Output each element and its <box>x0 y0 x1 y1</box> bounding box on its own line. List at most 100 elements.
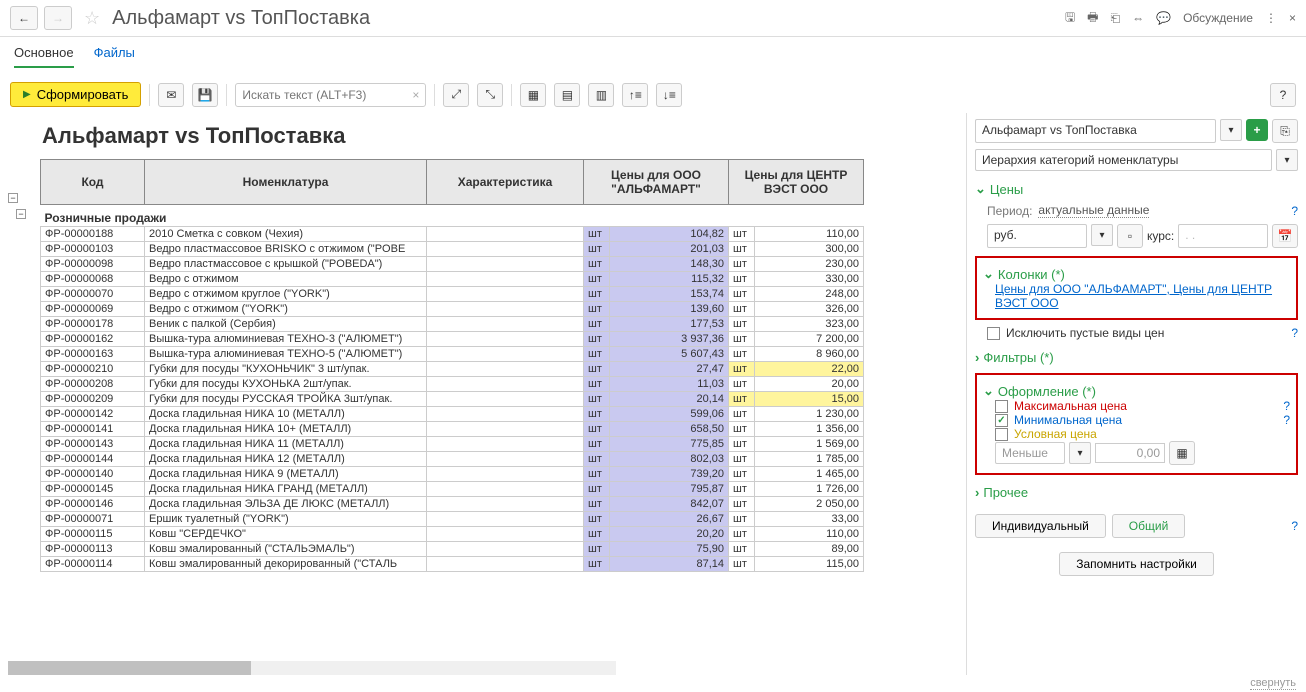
preview-icon[interactable]: ⎗ <box>1111 11 1121 26</box>
currency-select[interactable]: руб. <box>987 224 1087 248</box>
sort-asc-icon[interactable]: ↑≡ <box>622 83 648 107</box>
table-row[interactable]: ФР-00000114Ковш эмалированный декорирова… <box>41 557 864 572</box>
exclude-empty-checkbox[interactable] <box>987 327 1000 340</box>
table-row[interactable]: ФР-00000068Ведро с отжимомшт115,32шт330,… <box>41 272 864 287</box>
cond-calc-icon[interactable]: ▦ <box>1169 441 1195 465</box>
close-icon[interactable]: × <box>1289 11 1296 25</box>
cell-price1: 11,03 <box>610 377 729 392</box>
cond-price-checkbox[interactable] <box>995 428 1008 441</box>
forward-button[interactable]: → <box>44 6 72 30</box>
search-clear-icon[interactable]: × <box>406 88 425 102</box>
cell-price2: 330,00 <box>755 272 864 287</box>
print-icon[interactable]: 🖶 <box>1087 8 1098 29</box>
common-button[interactable]: Общий <box>1112 514 1186 538</box>
grid2-icon[interactable]: ▤ <box>554 83 580 107</box>
columns-link[interactable]: Цены для ООО "АЛЬФАМАРТ", Цены для ЦЕНТР… <box>983 282 1290 310</box>
table-row[interactable]: ФР-00000069Ведро с отжимом ("YORK")шт139… <box>41 302 864 317</box>
horizontal-scrollbar[interactable] <box>8 661 616 675</box>
cell-code: ФР-00000188 <box>41 227 145 242</box>
cell-unit1: шт <box>584 362 610 377</box>
cell-char <box>427 452 584 467</box>
variant-select[interactable]: Альфамарт vs ТопПоставка <box>975 119 1216 143</box>
min-help-icon[interactable]: ? <box>1283 413 1290 427</box>
cell-char <box>427 347 584 362</box>
table-row[interactable]: ФР-00000143Доска гладильная НИКА 11 (МЕТ… <box>41 437 864 452</box>
table-row[interactable]: ФР-00000098Ведро пластмассовое с крышкой… <box>41 257 864 272</box>
cell-price2: 1 569,00 <box>755 437 864 452</box>
table-row[interactable]: ФР-00000145Доска гладильная НИКА ГРАНД (… <box>41 482 864 497</box>
table-row[interactable]: ФР-00000070Ведро с отжимом круглое ("YOR… <box>41 287 864 302</box>
discuss-label[interactable]: Обсуждение <box>1183 11 1253 25</box>
save-icon[interactable]: 🖫 <box>1065 8 1075 29</box>
cond-op-select[interactable]: Меньше <box>995 442 1065 464</box>
period-help-icon[interactable]: ? <box>1291 204 1298 218</box>
table-row[interactable]: ФР-00000142Доска гладильная НИКА 10 (МЕТ… <box>41 407 864 422</box>
back-button[interactable]: ← <box>10 6 38 30</box>
hierarchy-dropdown-icon[interactable]: ▾ <box>1276 149 1298 171</box>
cell-nom: Доска гладильная НИКА 10 (МЕТАЛЛ) <box>145 407 427 422</box>
cell-unit2: шт <box>729 347 755 362</box>
table-row[interactable]: ФР-000001882010 Сметка с совком (Чехия)ш… <box>41 227 864 242</box>
table-row[interactable]: ФР-00000210Губки для посуды "КУХОНЬЧИК" … <box>41 362 864 377</box>
max-help-icon[interactable]: ? <box>1283 399 1290 413</box>
section-design[interactable]: Оформление (*) <box>983 383 1290 399</box>
min-price-checkbox[interactable] <box>995 414 1008 427</box>
cell-unit1: шт <box>584 542 610 557</box>
variant-dropdown-icon[interactable]: ▾ <box>1220 119 1242 141</box>
cond-op-dropdown-icon[interactable]: ▾ <box>1069 442 1091 464</box>
period-value[interactable]: актуальные данные <box>1038 203 1149 218</box>
calendar-icon[interactable]: 📅 <box>1272 224 1298 248</box>
tab-main[interactable]: Основное <box>14 45 74 68</box>
rate-input[interactable]: . . <box>1178 224 1268 248</box>
tab-files[interactable]: Файлы <box>94 45 135 68</box>
table-row[interactable]: ФР-00000163Вышка-тура алюминиевая ТЕХНО-… <box>41 347 864 362</box>
grid1-icon[interactable]: ▦ <box>520 83 546 107</box>
cell-char <box>427 227 584 242</box>
table-row[interactable]: ФР-00000140Доска гладильная НИКА 9 (МЕТА… <box>41 467 864 482</box>
section-columns[interactable]: Колонки (*) <box>983 266 1290 282</box>
table-row[interactable]: ФР-00000103Ведро пластмассовое BRISKO с … <box>41 242 864 257</box>
collapse-icon[interactable]: ⤡ <box>477 83 503 107</box>
cell-code: ФР-00000144 <box>41 452 145 467</box>
max-price-checkbox[interactable] <box>995 400 1008 413</box>
form-button[interactable]: Сформировать <box>10 82 141 107</box>
save-floppy-icon[interactable]: 💾 <box>192 83 218 107</box>
table-row[interactable]: ФР-00000209Губки для посуды РУССКАЯ ТРОЙ… <box>41 392 864 407</box>
email-icon[interactable]: ✉ <box>158 83 184 107</box>
tree-collapse-icon[interactable]: − <box>8 193 18 203</box>
discuss-icon[interactable]: 💬 <box>1156 11 1171 25</box>
help-button[interactable]: ? <box>1270 83 1296 107</box>
cell-unit2: шт <box>729 317 755 332</box>
menu-icon[interactable]: ⋮ <box>1265 11 1277 25</box>
table-row[interactable]: ФР-00000144Доска гладильная НИКА 12 (МЕТ… <box>41 452 864 467</box>
add-variant-button[interactable]: + <box>1246 119 1268 141</box>
sort-desc-icon[interactable]: ↓≡ <box>656 83 682 107</box>
mode-help-icon[interactable]: ? <box>1291 519 1298 533</box>
tree-collapse-icon[interactable]: − <box>16 209 26 219</box>
expand-icon[interactable]: ⤢ <box>443 83 469 107</box>
currency-dropdown-icon[interactable]: ▾ <box>1091 224 1113 246</box>
variant-copy-icon[interactable]: ⎘ <box>1272 119 1298 143</box>
individual-button[interactable]: Индивидуальный <box>975 514 1106 538</box>
currency-pick-icon[interactable]: ▫ <box>1117 224 1143 248</box>
section-filters[interactable]: Фильтры (*) <box>975 350 1298 365</box>
search-input[interactable] <box>236 84 406 106</box>
link-icon[interactable]: ⇔ <box>1132 11 1144 25</box>
remember-button[interactable]: Запомнить настройки <box>1059 552 1214 576</box>
table-row[interactable]: ФР-00000162Вышка-тура алюминиевая ТЕХНО-… <box>41 332 864 347</box>
table-row[interactable]: ФР-00000208Губки для посуды КУХОНЬКА 2шт… <box>41 377 864 392</box>
hierarchy-select[interactable]: Иерархия категорий номенклатуры <box>975 149 1272 171</box>
collapse-link[interactable]: свернуть <box>1250 677 1296 690</box>
section-prices[interactable]: Цены <box>975 181 1298 197</box>
table-row[interactable]: ФР-00000178Веник с палкой (Сербия)шт177,… <box>41 317 864 332</box>
table-row[interactable]: ФР-00000071Ершик туалетный ("YORK")шт26,… <box>41 512 864 527</box>
table-row[interactable]: ФР-00000141Доска гладильная НИКА 10+ (МЕ… <box>41 422 864 437</box>
table-row[interactable]: ФР-00000113Ковш эмалированный ("СТАЛЬЭМА… <box>41 542 864 557</box>
cond-value-input[interactable] <box>1095 443 1165 463</box>
table-row[interactable]: ФР-00000146Доска гладильная ЭЛЬЗА ДЕ ЛЮК… <box>41 497 864 512</box>
section-other[interactable]: Прочее <box>975 485 1298 500</box>
grid3-icon[interactable]: ▥ <box>588 83 614 107</box>
table-row[interactable]: ФР-00000115Ковш "СЕРДЕЧКО"шт20,20шт110,0… <box>41 527 864 542</box>
exclude-help-icon[interactable]: ? <box>1291 326 1298 340</box>
favorite-icon[interactable]: ☆ <box>84 8 100 29</box>
